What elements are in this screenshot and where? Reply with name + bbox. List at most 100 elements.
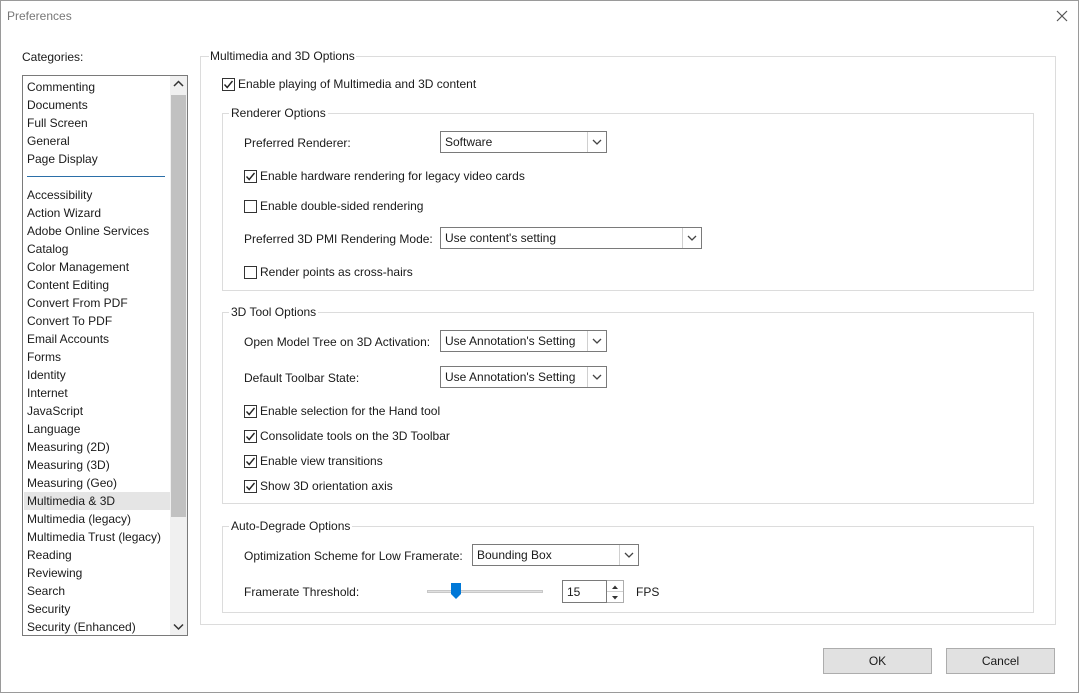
category-item[interactable]: Accessibility bbox=[27, 186, 92, 204]
category-item[interactable]: Identity bbox=[27, 366, 66, 384]
ok-button[interactable]: OK bbox=[823, 648, 932, 674]
optimization-scheme-select[interactable]: Bounding Box bbox=[472, 544, 639, 566]
category-item[interactable]: General bbox=[27, 132, 70, 150]
enable-multimedia-3d-checkbox[interactable]: Enable playing of Multimedia and 3D cont… bbox=[222, 77, 476, 91]
category-item[interactable]: Reviewing bbox=[27, 564, 82, 582]
pmi-mode-value: Use content's setting bbox=[445, 231, 557, 245]
category-item[interactable]: Measuring (2D) bbox=[27, 438, 110, 456]
multimedia-3d-options-legend: Multimedia and 3D Options bbox=[209, 49, 356, 63]
checkbox-box[interactable] bbox=[244, 404, 257, 418]
category-item[interactable]: Language bbox=[27, 420, 80, 438]
double-sided-checkbox[interactable]: Enable double-sided rendering bbox=[244, 199, 423, 213]
spin-down-arrow-icon[interactable] bbox=[607, 592, 623, 603]
category-item[interactable]: Adobe Online Services bbox=[27, 222, 149, 240]
category-item[interactable]: Measuring (3D) bbox=[27, 456, 110, 474]
model-tree-value: Use Annotation's Setting bbox=[445, 334, 576, 348]
framerate-threshold-input[interactable]: 15 bbox=[562, 580, 607, 603]
checkbox-box[interactable] bbox=[244, 429, 257, 443]
scroll-down-arrow-icon[interactable] bbox=[170, 618, 187, 635]
spin-up-arrow-icon[interactable] bbox=[607, 581, 623, 592]
chevron-down-icon[interactable] bbox=[587, 132, 606, 152]
view-transitions-checkbox[interactable]: Enable view transitions bbox=[244, 454, 383, 468]
optimization-scheme-value: Bounding Box bbox=[477, 548, 552, 562]
toolbar-state-select[interactable]: Use Annotation's Setting bbox=[440, 366, 607, 388]
category-item[interactable]: Convert To PDF bbox=[27, 312, 112, 330]
category-item[interactable]: Full Screen bbox=[27, 114, 88, 132]
category-item[interactable]: Reading bbox=[27, 546, 72, 564]
categories-list[interactable]: Commenting Documents Full Screen General Pag… bbox=[22, 75, 188, 636]
category-item[interactable]: Forms bbox=[27, 348, 61, 366]
framerate-slider-thumb[interactable] bbox=[451, 583, 461, 599]
checkbox-box[interactable] bbox=[244, 479, 257, 493]
preferences-dialog: Preferences Categories: Commenting Docume… bbox=[0, 0, 1079, 693]
checkbox-box[interactable] bbox=[244, 454, 257, 468]
scroll-up-arrow-icon[interactable] bbox=[170, 76, 187, 93]
checkbox-box[interactable] bbox=[244, 169, 257, 183]
categories-scrollbar[interactable] bbox=[170, 76, 187, 635]
pmi-mode-label: Preferred 3D PMI Rendering Mode: bbox=[244, 232, 433, 246]
category-item[interactable]: Multimedia Trust (legacy) bbox=[27, 528, 161, 546]
hw-rendering-checkbox[interactable]: Enable hardware rendering for legacy vid… bbox=[244, 169, 525, 183]
category-item[interactable]: Security (Enhanced) bbox=[27, 618, 136, 635]
preferred-renderer-value: Software bbox=[445, 135, 493, 149]
consolidate-tools-checkbox[interactable]: Consolidate tools on the 3D Toolbar bbox=[244, 429, 450, 443]
category-item[interactable]: Multimedia (legacy) bbox=[27, 510, 131, 528]
categories-separator bbox=[27, 176, 165, 177]
category-item[interactable]: Commenting bbox=[27, 78, 95, 96]
checkbox-box[interactable] bbox=[244, 265, 257, 279]
crosshairs-label: Render points as cross-hairs bbox=[260, 265, 413, 279]
auto-degrade-options-group bbox=[222, 526, 1034, 613]
window-title: Preferences bbox=[7, 9, 72, 23]
fps-unit-label: FPS bbox=[636, 585, 660, 599]
model-tree-select[interactable]: Use Annotation's Setting bbox=[440, 330, 607, 352]
scroll-thumb[interactable] bbox=[171, 95, 186, 517]
category-item[interactable]: Security bbox=[27, 600, 70, 618]
category-item[interactable]: Page Display bbox=[27, 150, 98, 168]
chevron-down-icon[interactable] bbox=[587, 367, 606, 387]
categories-label: Categories: bbox=[22, 50, 84, 64]
model-tree-label: Open Model Tree on 3D Activation: bbox=[244, 335, 431, 349]
3d-tool-options-legend: 3D Tool Options bbox=[229, 305, 319, 319]
hand-tool-label: Enable selection for the Hand tool bbox=[260, 404, 441, 418]
category-item[interactable]: Convert From PDF bbox=[27, 294, 128, 312]
toolbar-state-value: Use Annotation's Setting bbox=[445, 370, 576, 384]
cancel-button[interactable]: Cancel bbox=[946, 648, 1055, 674]
pmi-mode-select[interactable]: Use content's setting bbox=[440, 227, 702, 249]
consolidate-tools-label: Consolidate tools on the 3D Toolbar bbox=[260, 429, 450, 443]
framerate-slider-track[interactable] bbox=[427, 590, 543, 593]
orientation-axis-checkbox[interactable]: Show 3D orientation axis bbox=[244, 479, 393, 493]
chevron-down-icon[interactable] bbox=[619, 545, 638, 565]
chevron-down-icon[interactable] bbox=[682, 228, 701, 248]
double-sided-label: Enable double-sided rendering bbox=[260, 199, 424, 213]
category-item[interactable]: JavaScript bbox=[27, 402, 83, 420]
preferred-renderer-select[interactable]: Software bbox=[440, 131, 607, 153]
category-item[interactable]: Action Wizard bbox=[27, 204, 101, 222]
category-item-selected[interactable]: Multimedia & 3D bbox=[24, 492, 171, 510]
category-item[interactable]: Measuring (Geo) bbox=[27, 474, 117, 492]
framerate-threshold-label: Framerate Threshold: bbox=[244, 585, 360, 599]
category-item[interactable]: Color Management bbox=[27, 258, 129, 276]
preferred-renderer-label: Preferred Renderer: bbox=[244, 136, 351, 150]
title-bar: Preferences bbox=[1, 1, 1078, 32]
optimization-scheme-label: Optimization Scheme for Low Framerate: bbox=[244, 549, 463, 563]
category-item[interactable]: Content Editing bbox=[27, 276, 109, 294]
toolbar-state-label: Default Toolbar State: bbox=[244, 371, 360, 385]
hand-tool-checkbox[interactable]: Enable selection for the Hand tool bbox=[244, 404, 440, 418]
category-item[interactable]: Search bbox=[27, 582, 65, 600]
hw-rendering-label: Enable hardware rendering for legacy vid… bbox=[260, 169, 525, 183]
chevron-down-icon[interactable] bbox=[587, 331, 606, 351]
checkbox-box[interactable] bbox=[222, 77, 235, 91]
orientation-axis-label: Show 3D orientation axis bbox=[260, 479, 393, 493]
renderer-options-legend: Renderer Options bbox=[229, 106, 328, 120]
framerate-threshold-value: 15 bbox=[567, 585, 581, 599]
category-item[interactable]: Catalog bbox=[27, 240, 68, 258]
close-icon[interactable] bbox=[1052, 6, 1072, 26]
category-item[interactable]: Documents bbox=[27, 96, 88, 114]
auto-degrade-options-legend: Auto-Degrade Options bbox=[229, 519, 353, 533]
checkbox-box[interactable] bbox=[244, 199, 257, 213]
category-item[interactable]: Internet bbox=[27, 384, 68, 402]
framerate-spinner[interactable] bbox=[607, 580, 624, 603]
crosshairs-checkbox[interactable]: Render points as cross-hairs bbox=[244, 265, 413, 279]
category-item[interactable]: Email Accounts bbox=[27, 330, 109, 348]
view-transitions-label: Enable view transitions bbox=[260, 454, 383, 468]
